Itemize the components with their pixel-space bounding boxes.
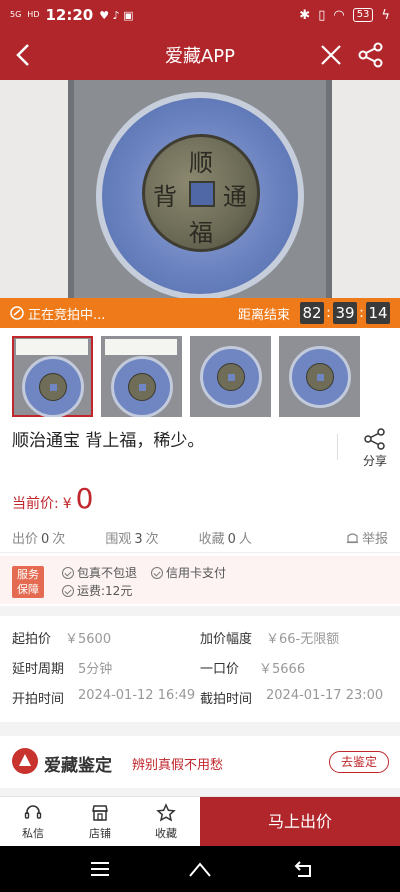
- thumbnail-4[interactable]: [279, 336, 360, 417]
- view-count: 围观 3 次: [105, 532, 159, 547]
- star-icon: [156, 803, 176, 822]
- chevron-left-icon[interactable]: [12, 42, 36, 68]
- app-notification-icons: ♥ ♪ ▣: [99, 8, 134, 22]
- charging-icon: ϟ: [381, 7, 390, 23]
- increment-row: 加价幅度 ￥66-无限额: [200, 632, 340, 647]
- service-item-credit-card: 信用卡支付: [151, 564, 226, 581]
- delay-row: 延时周期 5分钟: [12, 662, 113, 677]
- buyout-row: 一口价 ￥5666: [200, 662, 306, 677]
- start-time-row: 开拍时间 2024-01-12 16:49: [12, 688, 196, 707]
- status-bar: 5G HD 12:20 ♥ ♪ ▣ ✱ ▯ ◠ 53 ϟ: [0, 0, 400, 30]
- favorite-button[interactable]: 收藏: [138, 803, 194, 841]
- bid-count: 出价 0 次: [12, 532, 66, 547]
- appraisal-slogan: 辨别真假不用愁: [132, 758, 224, 773]
- check-icon: [62, 566, 74, 579]
- check-icon: [151, 566, 163, 579]
- bid-now-button[interactable]: 马上出价: [200, 797, 400, 847]
- service-guarantee: 服务保障 包真不包退 信用卡支付 运费:12元: [0, 556, 400, 604]
- page-title: 爱藏APP: [164, 46, 236, 67]
- share-icon[interactable]: [358, 42, 384, 68]
- menu-icon[interactable]: [88, 858, 112, 880]
- app-root: 5G HD 12:20 ♥ ♪ ▣ ✱ ▯ ◠ 53 ϟ 爱藏APP 顺 通 福…: [0, 0, 400, 892]
- favorite-count: 收藏 0 人: [198, 532, 252, 547]
- service-item-shipping: 运费:12元: [62, 582, 132, 599]
- service-item-authentic: 包真不包退: [62, 564, 137, 581]
- check-icon: [62, 584, 74, 597]
- start-price-row: 起拍价 ￥5600: [12, 632, 112, 647]
- coin: 顺 通 福 背: [142, 134, 260, 252]
- system-nav-bar: [0, 846, 400, 892]
- appraise-button[interactable]: 去鉴定: [329, 751, 389, 773]
- back-icon[interactable]: [292, 858, 316, 880]
- thumbnail-2[interactable]: [101, 336, 182, 417]
- product-image[interactable]: 顺 通 福 背: [0, 80, 400, 298]
- price-value: 0: [75, 482, 94, 515]
- aicang-logo-icon: [12, 748, 38, 774]
- item-title: 顺治通宝 背上福，稀少。: [12, 431, 205, 451]
- bottom-action-bar: 私信 店铺 收藏 马上出价: [0, 796, 400, 847]
- stats-row: 出价 0 次 围观 3 次 收藏 0 人 举报: [12, 528, 388, 547]
- end-time-row: 截拍时间 2024-01-17 23:00: [200, 688, 384, 707]
- close-icon[interactable]: [320, 44, 342, 66]
- auction-status-bar: 正在竞拍中... 距离结束 82 : 39 : 14: [0, 298, 400, 328]
- share-label: 分享: [362, 454, 387, 468]
- countdown-minutes: 39: [333, 302, 357, 324]
- thumbnail-strip: [12, 336, 360, 417]
- thumbnail-3[interactable]: [190, 336, 271, 417]
- auction-hammer-icon: [10, 306, 24, 320]
- report-icon: [346, 533, 358, 544]
- clock: 12:20: [45, 6, 94, 24]
- hd-indicator: HD: [27, 10, 40, 19]
- headset-icon: [24, 805, 42, 819]
- shop-button[interactable]: 店铺: [72, 803, 128, 841]
- share-icon: [364, 428, 385, 450]
- message-button[interactable]: 私信: [5, 803, 61, 841]
- price-currency: ¥: [62, 496, 72, 512]
- price-label: 当前价:: [12, 496, 59, 512]
- battery-icon: 53: [352, 8, 374, 22]
- service-badge: 服务保障: [12, 566, 44, 598]
- appraisal-banner: 爱藏鉴定 辨别真假不用愁 去鉴定: [0, 736, 400, 788]
- share-button[interactable]: 分享: [358, 428, 392, 469]
- wifi-icon: ◠: [333, 7, 345, 23]
- network-indicator: 5G: [10, 10, 22, 19]
- thumbnail-1[interactable]: [12, 336, 93, 417]
- countdown-seconds: 14: [366, 302, 390, 324]
- current-price: 当前价: ¥ 0: [12, 482, 93, 515]
- auction-status: 正在竞拍中...: [28, 307, 106, 323]
- home-icon[interactable]: [188, 858, 212, 880]
- coin-slab: 顺 通 福 背: [68, 80, 332, 298]
- countdown-hours: 82: [300, 302, 324, 324]
- report-button[interactable]: 举报: [346, 528, 388, 547]
- bluetooth-icon: ✱: [299, 7, 311, 23]
- ends-label: 距离结束: [237, 307, 290, 323]
- vibrate-icon: ▯: [318, 7, 326, 23]
- shop-icon: [92, 805, 108, 821]
- nav-bar: 爱藏APP: [0, 30, 400, 80]
- countdown: 82 : 39 : 14: [300, 302, 390, 324]
- appraisal-brand: 爱藏鉴定: [44, 756, 112, 776]
